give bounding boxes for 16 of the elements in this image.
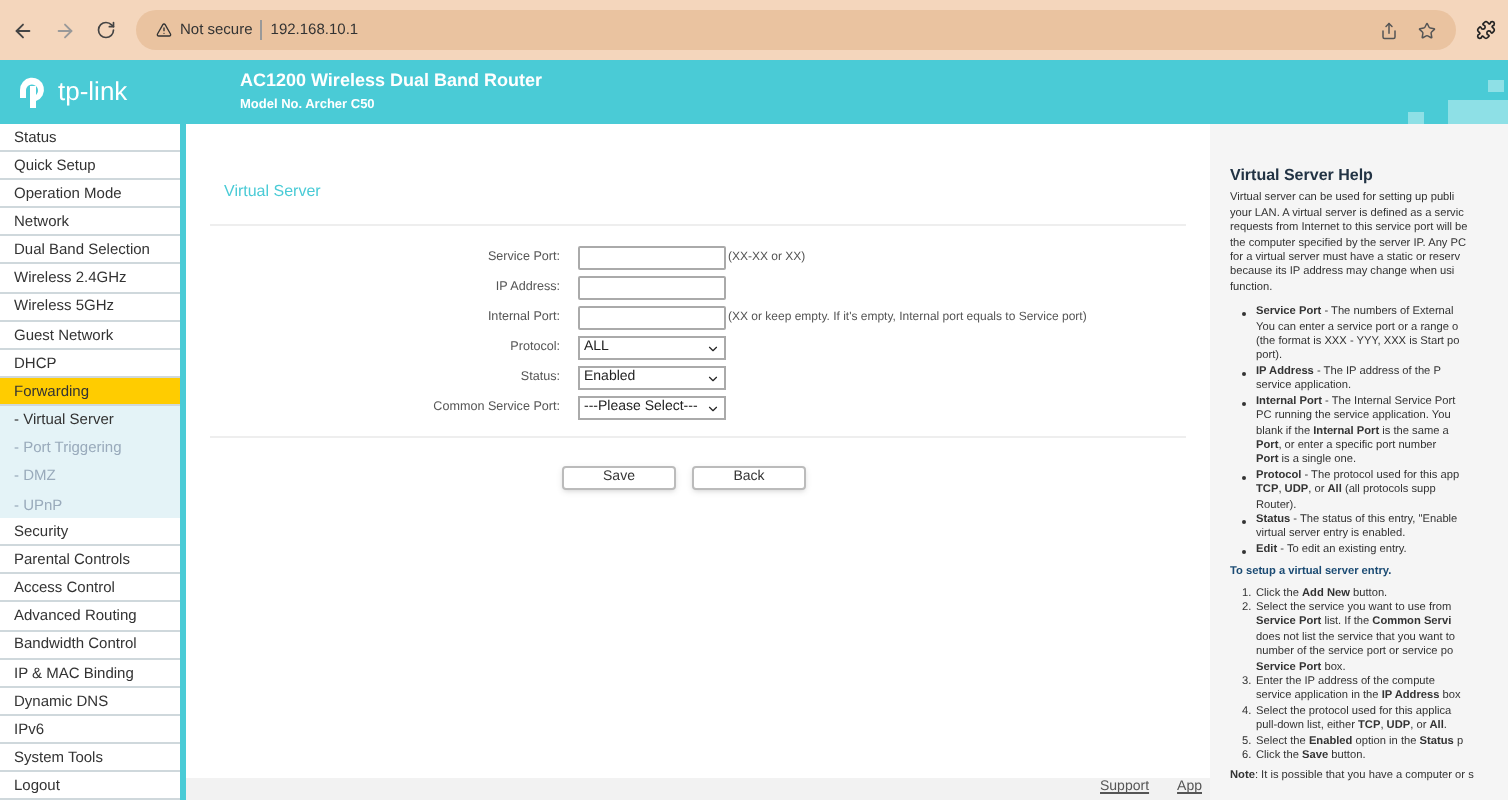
- share-icon[interactable]: [1380, 21, 1398, 39]
- logo-text: tp-link: [58, 74, 128, 111]
- input-field[interactable]: [578, 306, 726, 330]
- input-field[interactable]: [578, 246, 726, 270]
- page-title: Virtual Server: [222, 180, 323, 204]
- chevron-down-icon: [706, 371, 720, 385]
- help-title: Virtual Server Help: [1230, 168, 1375, 183]
- reload-icon[interactable]: [96, 20, 116, 40]
- warning-icon: [156, 22, 172, 38]
- chevron-down-icon: [706, 401, 720, 415]
- input-field[interactable]: [578, 276, 726, 300]
- back-icon[interactable]: [12, 19, 34, 41]
- extensions-icon[interactable]: [1476, 20, 1496, 40]
- router-title: AC1200 Wireless Dual Band Router: [240, 68, 542, 95]
- star-icon[interactable]: [1418, 21, 1436, 39]
- chevron-down-icon: [706, 341, 720, 355]
